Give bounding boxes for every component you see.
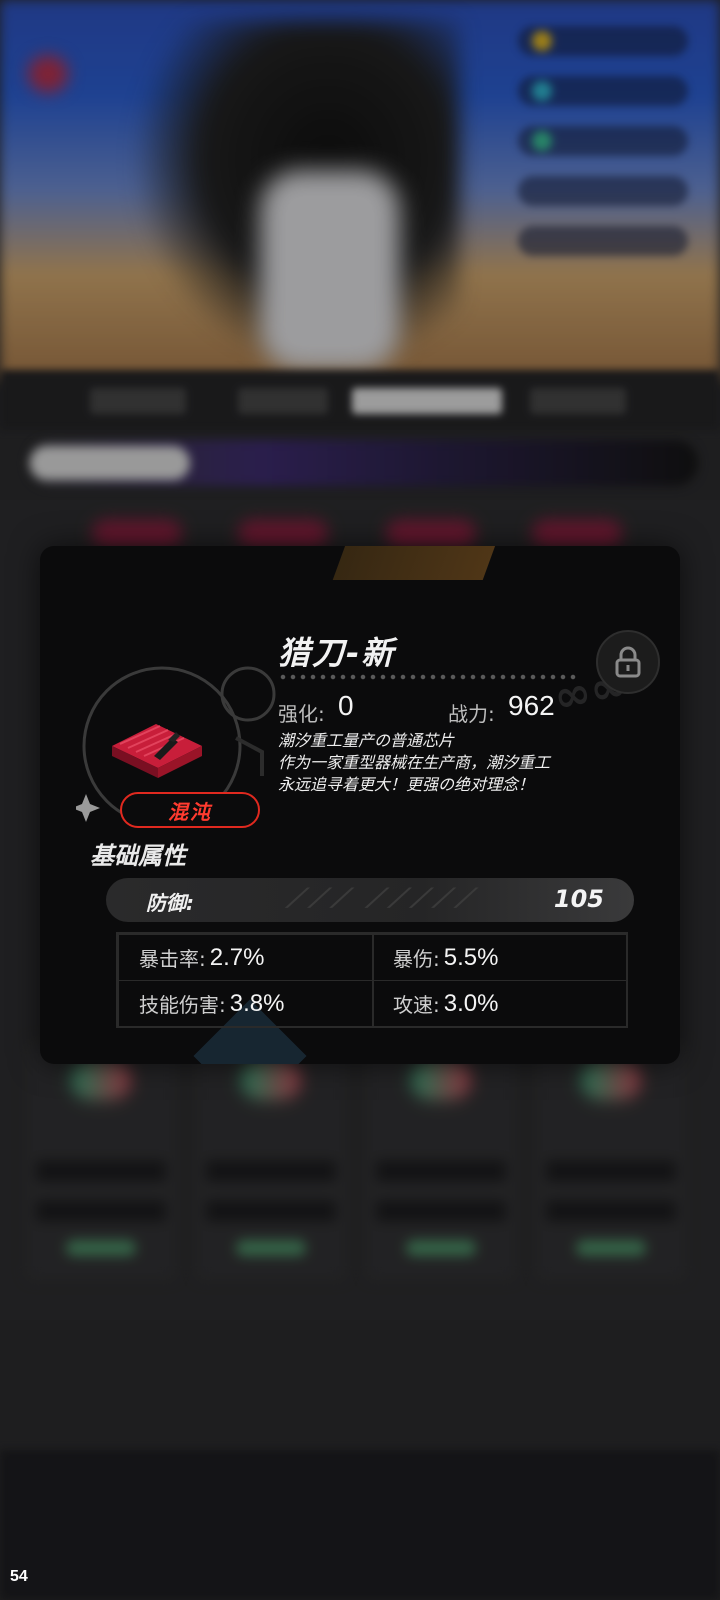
main-stat-bar: ⟋⟋⟋ ⟋⟋⟋⟋⟋ 防御: 105 [106,878,634,922]
dotted-divider [278,674,578,680]
base-attributes-title: 基础属性 [90,842,186,870]
sub-stat-label: 攻速: [393,993,440,1017]
description-line: 潮汐重工量产の普通芯片 [278,731,455,750]
sub-stat-cell: 暴击率: 2.7% [118,934,374,981]
sub-stat-value: 3.0% [443,989,499,1017]
enhance-label: 强化: [278,702,325,726]
rarity-badge: 混沌 [120,792,260,828]
lock-button[interactable] [596,630,660,694]
power-value: 962 [508,690,555,721]
description-line: 作为一家重型器械在生产商，潮汐重工 [278,753,551,772]
main-stat-label: 防御: [146,891,194,915]
lock-icon [615,646,641,678]
sub-stat-cell: 暴伤: 5.5% [372,934,628,981]
sub-stat-value: 3.8% [229,989,285,1017]
main-stat-watermark: ⟋⟋⟋ ⟋⟋⟋⟋⟋ [286,884,477,914]
sub-stat-cell: 攻速: 3.0% [372,980,628,1027]
sub-stats-table: 暴击率: 2.7% 暴伤: 5.5% 技能伤害: 3.8% 攻速: 3.0% [116,932,628,1028]
sub-stat-value: 2.7% [209,943,265,971]
power-label: 战力: [448,702,495,726]
fps-counter: 54 [10,1568,28,1585]
description-line: 永远追寻着更大！更强の绝对理念！ [278,775,535,794]
sub-stat-label: 暴击率: [139,947,206,971]
sub-stat-cell: 技能伤害: 3.8% [118,980,374,1027]
sub-stat-label: 技能伤害: [139,993,226,1017]
chip-detail-panel: ∞∞ 猎刀-新 强化: 0 战力: 962 潮汐重工量产の普通芯片 作为一家重型… [40,546,680,1064]
enhance-value: 0 [338,690,354,721]
sub-stat-value: 5.5% [443,943,499,971]
panel-decoration [332,546,498,580]
chip-description: 潮汐重工量产の普通芯片 作为一家重型器械在生产商，潮汐重工 永远追寻着更大！更强… [278,730,618,796]
sub-stat-label: 暴伤: [393,947,440,971]
chip-name: 猎刀-新 [278,634,396,672]
main-stat-value: 105 [553,885,604,913]
